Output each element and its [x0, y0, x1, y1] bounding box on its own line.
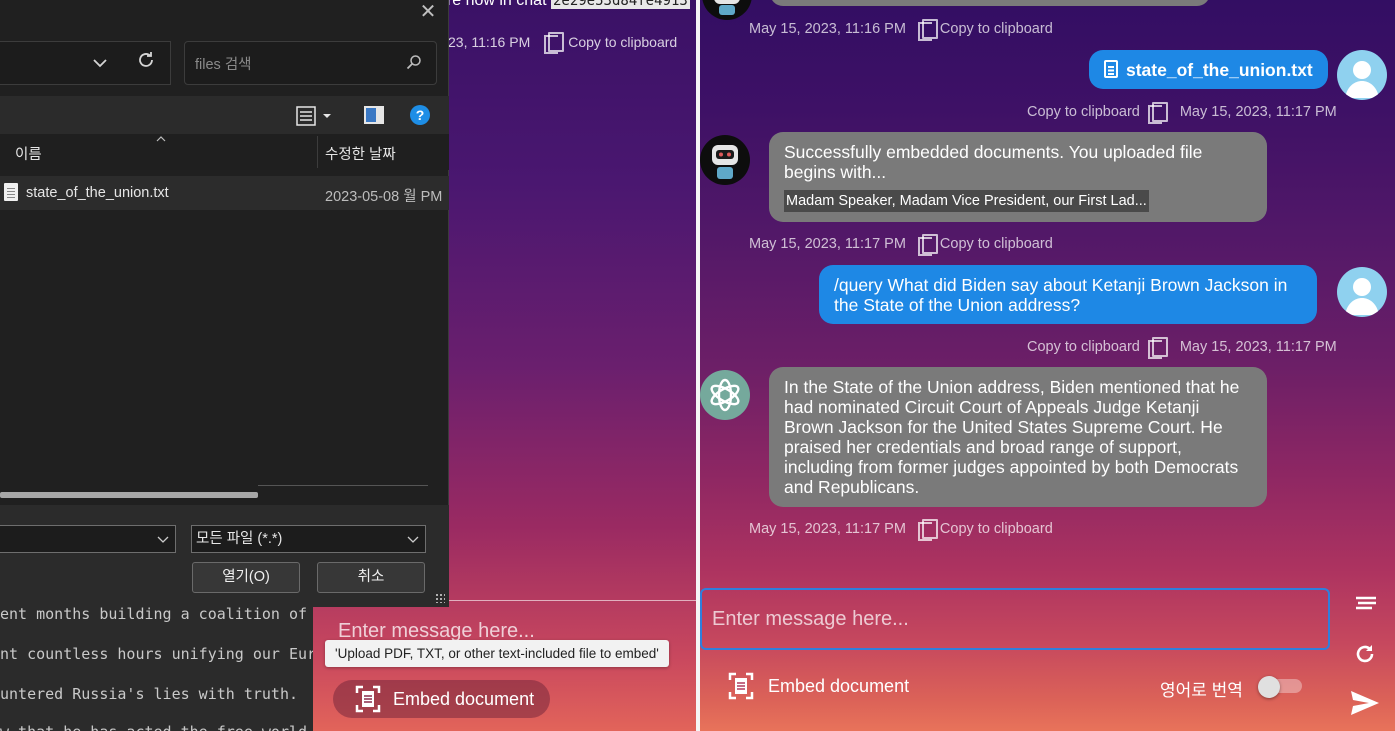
- clear-lines-icon[interactable]: [1354, 596, 1378, 617]
- message-text: /query What did Biden say about Ketanji …: [834, 275, 1288, 315]
- chevron-down-icon[interactable]: [157, 530, 169, 551]
- file-type-value: 모든 파일 (*.*): [196, 531, 283, 547]
- timestamp: May 15, 2023, 11:17 PM: [749, 236, 906, 252]
- openai-avatar-icon: [700, 370, 750, 420]
- embed-tooltip: 'Upload PDF, TXT, or other text-included…: [325, 640, 669, 667]
- toggle-knob[interactable]: [1258, 676, 1280, 698]
- file-name[interactable]: state_of_the_union.txt: [26, 185, 169, 201]
- message-meta: Copy to clipboard May 15, 2023, 11:17 PM: [1027, 102, 1337, 124]
- column-header-date[interactable]: 수정한 날짜: [325, 143, 396, 164]
- preview-pane-icon[interactable]: [364, 106, 384, 124]
- right-chat-window: May 15, 2023, 11:16 PM Copy to clipboard…: [700, 0, 1395, 731]
- terminal-line: w that he has acted the free world: [0, 723, 307, 731]
- copy-to-clipboard-link[interactable]: Copy to clipboard: [1027, 339, 1140, 355]
- help-icon[interactable]: ?: [410, 105, 430, 125]
- user-avatar-icon: [1337, 267, 1387, 317]
- timestamp: May 15, 2023, 11:17 PM: [749, 521, 906, 537]
- file-type-select[interactable]: 모든 파일 (*.*): [191, 525, 426, 553]
- translate-toggle[interactable]: [1258, 676, 1304, 698]
- copy-to-clipboard-link[interactable]: Copy to clipboard: [568, 34, 677, 50]
- bot-message-bubble: Successfully embedded documents. You upl…: [769, 132, 1267, 222]
- file-date: 2023-05-08 월 PM: [325, 189, 443, 205]
- timestamp: May 15, 2023, 11:16 PM: [749, 21, 906, 37]
- message-text: In the State of the Union address, Biden…: [784, 377, 1240, 497]
- timestamp: 23, 11:16 PM: [448, 34, 531, 50]
- left-chat-top-message: are now in chat 2e29e53d84fe4913: [438, 0, 690, 10]
- file-list-header: 이름 수정한 날짜: [0, 134, 449, 170]
- copy-icon[interactable]: [917, 19, 938, 41]
- dialog-footer: 모든 파일 (*.*) 열기(O) 취소: [0, 505, 449, 607]
- user-avatar-icon: [1337, 50, 1387, 100]
- embed-document-label: Embed document: [768, 675, 910, 696]
- view-menu-icon[interactable]: [296, 105, 336, 127]
- message-meta: May 15, 2023, 11:17 PM Copy to clipboard: [749, 234, 1053, 256]
- assistant-message-bubble: In the State of the Union address, Biden…: [769, 367, 1267, 507]
- copy-to-clipboard-link[interactable]: Copy to clipboard: [940, 236, 1053, 252]
- copy-icon[interactable]: [1147, 337, 1168, 359]
- column-header-name[interactable]: 이름: [15, 143, 42, 164]
- horizontal-scrollbar[interactable]: [0, 492, 258, 498]
- left-chat-meta: 23, 11:16 PM Copy to clipboard: [448, 32, 677, 54]
- message-meta: May 15, 2023, 11:16 PM Copy to clipboard: [749, 19, 1053, 41]
- embed-document-button[interactable]: Embed document: [728, 672, 909, 700]
- translate-toggle-label: 영어로 번역: [1160, 681, 1243, 700]
- terminal-line: ent months building a coalition of o: [0, 605, 320, 623]
- file-icon: [4, 183, 18, 201]
- document-excerpt: Madam Speaker, Madam Vice President, our…: [784, 190, 1149, 212]
- terminal-line: nt countless hours unifying our Euro: [0, 645, 320, 663]
- timestamp: May 15, 2023, 11:17 PM: [1179, 104, 1337, 120]
- copy-icon[interactable]: [1147, 102, 1168, 124]
- document-icon: [1104, 60, 1118, 78]
- sort-ascending-icon: [156, 134, 166, 145]
- column-separator[interactable]: [317, 136, 318, 168]
- message-meta: Copy to clipboard May 15, 2023, 11:17 PM: [1027, 337, 1337, 359]
- copy-to-clipboard-link[interactable]: Copy to clipboard: [940, 21, 1053, 37]
- search-box[interactable]: files 검색: [184, 41, 437, 85]
- robot-avatar-icon: [702, 0, 752, 20]
- timestamp: May 15, 2023, 11:17 PM: [1179, 339, 1337, 355]
- user-message-bubble: state_of_the_union.txt: [1089, 50, 1328, 89]
- close-icon[interactable]: ✕: [415, 0, 441, 26]
- message-meta: May 15, 2023, 11:17 PM Copy to clipboard: [749, 519, 1053, 541]
- dialog-toolbar: ?: [0, 96, 449, 134]
- copy-to-clipboard-link[interactable]: Copy to clipboard: [1027, 104, 1140, 120]
- scroll-track: [258, 485, 428, 486]
- background-terminal: ent months building a coalition of o nt …: [0, 595, 320, 731]
- cancel-button[interactable]: 취소: [317, 562, 425, 593]
- copy-icon[interactable]: [917, 519, 938, 541]
- copy-to-clipboard-link[interactable]: Copy to clipboard: [940, 521, 1053, 537]
- uploaded-file-name[interactable]: state_of_the_union.txt: [1126, 60, 1313, 80]
- reload-icon[interactable]: [1353, 642, 1377, 671]
- resize-grip-icon[interactable]: [435, 593, 445, 603]
- terminal-line: untered Russia's lies with truth.: [0, 685, 299, 703]
- refresh-icon[interactable]: [131, 50, 161, 78]
- top-message-text: are now in chat: [438, 0, 547, 9]
- user-message-bubble: /query What did Biden say about Ketanji …: [819, 265, 1317, 324]
- left-embed-document-button[interactable]: Embed document: [333, 680, 550, 718]
- file-name-field[interactable]: [0, 525, 176, 553]
- copy-icon[interactable]: [544, 32, 565, 54]
- chevron-down-icon[interactable]: [407, 526, 419, 561]
- chat-id-code: 2e29e53d84fe4913: [550, 0, 690, 9]
- message-input[interactable]: Enter message here...: [700, 588, 1330, 650]
- open-button[interactable]: 열기(O): [192, 562, 300, 593]
- embed-document-icon: [728, 672, 754, 700]
- embed-document-label: Embed document: [393, 688, 535, 709]
- bot-message-bubble: [770, 0, 1210, 6]
- chevron-down-icon[interactable]: [90, 50, 110, 76]
- search-icon[interactable]: [406, 54, 422, 74]
- address-bar[interactable]: [0, 41, 171, 85]
- file-open-dialog: ✕ files 검색 ? 이름 수정한 날짜 state_of_the_unio…: [0, 0, 449, 607]
- search-input[interactable]: files 검색: [195, 53, 252, 74]
- send-icon[interactable]: [1350, 690, 1380, 721]
- message-text: Successfully embedded documents. You upl…: [784, 142, 1203, 182]
- file-row[interactable]: state_of_the_union.txt 2023-05-08 월 PM: [0, 176, 449, 210]
- copy-icon[interactable]: [917, 234, 938, 256]
- robot-avatar-icon: [700, 135, 750, 185]
- embed-document-icon: [355, 685, 381, 713]
